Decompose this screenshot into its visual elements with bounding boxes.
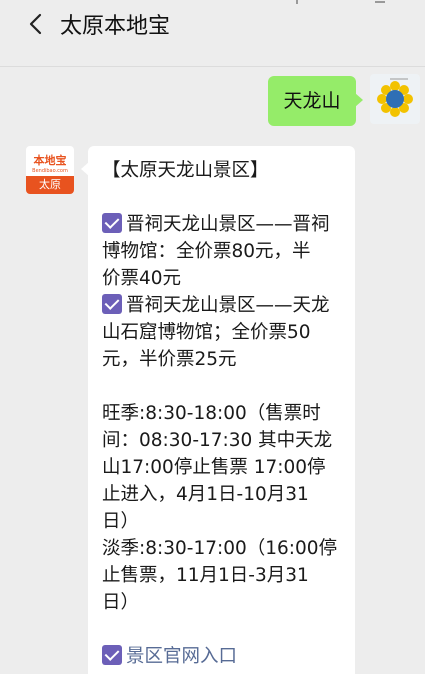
reply-line: 山石窟博物馆；全价票50 (102, 322, 311, 343)
avatar-url-text: Bendibao.com (32, 168, 68, 174)
user-avatar[interactable] (370, 74, 420, 124)
official-site-link-row[interactable]: 景区官网入口 (102, 643, 237, 670)
reply-line: 晋祠天龙山景区——晋祠 (102, 211, 330, 238)
sunflower-icon (377, 78, 413, 117)
checkbox-icon (102, 294, 122, 314)
status-bar-fragment (296, 0, 302, 4)
top-bar: 太原本地宝 (0, 0, 425, 64)
reply-line: 淡季:8:30-17:00（16:00停 (102, 538, 338, 559)
reply-heading: 【太原天龙山景区】 (102, 160, 269, 181)
header-divider (0, 66, 425, 67)
official-account-avatar[interactable]: 本地宝 Bendibao.com 太原 (26, 146, 74, 194)
reply-line-text: 晋祠天龙山景区——晋祠 (126, 214, 330, 235)
chevron-left-icon[interactable] (26, 12, 48, 36)
chat-title: 太原本地宝 (60, 14, 171, 39)
reply-line: 山17:00停止售票 17:00停 (102, 457, 326, 478)
reply-line: 元，半价票25元 (102, 349, 237, 370)
reply-line: 日） (102, 592, 140, 613)
reply-line: 晋祠天龙山景区——天龙 (102, 292, 330, 319)
reply-line-text: 晋祠天龙山景区——天龙 (126, 295, 330, 316)
reply-line: 日） (102, 511, 140, 532)
checkbox-icon (102, 213, 122, 233)
reply-line: 止售票，11月1日-3月31 (102, 565, 309, 586)
reply-line: 价票40元 (102, 268, 182, 289)
checkbox-icon (102, 645, 122, 665)
status-bar-fragment (375, 0, 385, 3)
sent-message-bubble[interactable]: 天龙山 (268, 76, 363, 126)
reply-line: 博物馆：全价票80元，半 (102, 241, 311, 262)
official-site-link[interactable]: 景区官网入口 (126, 646, 237, 667)
reply-line: 间：08:30-17:30 其中天龙 (102, 430, 333, 451)
avatar-brand-text: 本地宝 (33, 154, 67, 167)
reply-line: 止进入，4月1日-10月31 (102, 484, 309, 505)
avatar-city-text: 太原 (26, 176, 74, 194)
reply-line: 旺季:8:30-18:00（售票时 (102, 403, 321, 424)
